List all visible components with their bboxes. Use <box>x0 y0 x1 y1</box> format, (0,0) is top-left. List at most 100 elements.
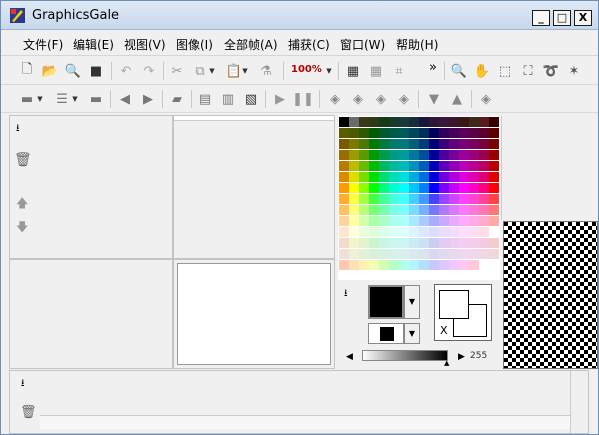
palette-swatch[interactable] <box>429 227 439 237</box>
palette-swatch[interactable] <box>389 128 399 138</box>
arrow-down-icon[interactable]: 🡇 <box>16 218 28 239</box>
palette-swatch[interactable] <box>349 205 359 215</box>
palette-swatch[interactable] <box>359 238 369 248</box>
palette-swatch[interactable] <box>339 150 349 160</box>
layer-icon[interactable]: ◈ <box>349 90 367 108</box>
palette-swatch[interactable] <box>409 150 419 160</box>
palette-swatch[interactable] <box>339 238 349 248</box>
menu-all-frames[interactable]: 全部帧(A) <box>224 36 278 53</box>
palette-swatch[interactable] <box>419 172 429 182</box>
palette-swatch[interactable] <box>369 161 379 171</box>
palette-swatch[interactable] <box>389 117 399 127</box>
palette-swatch[interactable] <box>419 139 429 149</box>
palette-swatch[interactable] <box>479 161 489 171</box>
palette-swatch[interactable] <box>449 227 459 237</box>
palette-swatch[interactable] <box>369 194 379 204</box>
palette-swatch[interactable] <box>469 249 479 259</box>
palette-swatch[interactable] <box>429 139 439 149</box>
palette-swatch[interactable] <box>379 150 389 160</box>
palette-swatch[interactable] <box>379 139 389 149</box>
palette-swatch[interactable] <box>369 238 379 248</box>
fg-color-dropdown-icon[interactable]: ▼ <box>404 285 420 319</box>
palette-swatch[interactable] <box>419 161 429 171</box>
palette-swatch[interactable] <box>349 194 359 204</box>
palette-swatch[interactable] <box>429 172 439 182</box>
layer-tool-icon[interactable]: ◈ <box>477 90 495 108</box>
pin-icon[interactable]: ⭳ <box>16 121 20 138</box>
palette-swatch[interactable] <box>439 249 449 259</box>
palette-swatch[interactable] <box>389 139 399 149</box>
palette-swatch[interactable] <box>469 238 479 248</box>
palette-swatch[interactable] <box>349 172 359 182</box>
palette-swatch[interactable] <box>419 194 429 204</box>
palette-swatch[interactable] <box>339 249 349 259</box>
palette-swatch[interactable] <box>409 161 419 171</box>
palette-swatch[interactable] <box>479 227 489 237</box>
palette-swatch[interactable] <box>409 172 419 182</box>
toolbar-overflow-icon[interactable]: » <box>429 60 437 75</box>
minimize-button[interactable]: _ <box>532 10 550 26</box>
palette-swatch[interactable] <box>439 216 449 226</box>
frames-stack-icon[interactable]: ☰ <box>53 90 71 108</box>
menu-edit[interactable]: 编辑(E) <box>73 36 114 53</box>
palette-swatch[interactable] <box>409 238 419 248</box>
palette-swatch[interactable] <box>409 260 419 270</box>
palette-swatch[interactable] <box>339 183 349 193</box>
grid-icon[interactable]: ▦ <box>344 62 362 80</box>
palette-swatch[interactable] <box>409 194 419 204</box>
menu-help[interactable]: 帮助(H) <box>396 36 438 53</box>
palette-swatch[interactable] <box>439 238 449 248</box>
palette-swatch[interactable] <box>439 117 449 127</box>
palette-swatch[interactable] <box>409 139 419 149</box>
next-frame-icon[interactable]: ▶ <box>139 90 157 108</box>
palette-swatch[interactable] <box>339 128 349 138</box>
palette-swatch[interactable] <box>479 172 489 182</box>
palette-swatch[interactable] <box>489 194 499 204</box>
palette-swatch[interactable] <box>339 260 349 270</box>
palette-swatch[interactable] <box>449 249 459 259</box>
palette-swatch[interactable] <box>449 216 459 226</box>
palette-swatch[interactable] <box>429 216 439 226</box>
palette-swatch[interactable] <box>349 117 359 127</box>
cut-icon[interactable]: ✂ <box>168 62 186 80</box>
save-icon[interactable]: ■ <box>87 62 105 80</box>
horizontal-scrollbar[interactable] <box>40 415 570 429</box>
magic-wand-icon[interactable]: ✶ <box>565 62 583 80</box>
palette-swatch[interactable] <box>459 260 469 270</box>
palette-swatch[interactable] <box>359 183 369 193</box>
palette-swatch[interactable] <box>429 183 439 193</box>
palette-swatch[interactable] <box>369 216 379 226</box>
layer-props-icon[interactable]: ◈ <box>395 90 413 108</box>
palette-swatch[interactable] <box>479 117 489 127</box>
trash-icon[interactable]: 🗑 <box>14 152 32 168</box>
delete-layer-icon[interactable]: ◈ <box>372 90 390 108</box>
palette-swatch[interactable] <box>489 205 499 215</box>
palette-swatch[interactable] <box>439 139 449 149</box>
palette-swatch[interactable] <box>449 194 459 204</box>
zoom-tool-icon[interactable]: 🔍 <box>450 62 468 80</box>
pen-size-box[interactable] <box>368 323 404 344</box>
palette-swatch[interactable] <box>439 128 449 138</box>
palette-swatch[interactable] <box>359 249 369 259</box>
palette-swatch[interactable] <box>349 260 359 270</box>
palette-swatch[interactable] <box>349 238 359 248</box>
palette-swatch[interactable] <box>439 172 449 182</box>
palette-swatch[interactable] <box>359 216 369 226</box>
layer-stack-icon[interactable]: ▰ <box>168 90 186 108</box>
palette-swatch[interactable] <box>399 216 409 226</box>
palette-swatch[interactable] <box>369 260 379 270</box>
palette-swatch[interactable] <box>349 150 359 160</box>
palette-swatch[interactable] <box>369 150 379 160</box>
palette-swatch[interactable] <box>339 172 349 182</box>
palette-swatch[interactable] <box>469 161 479 171</box>
palette-swatch[interactable] <box>419 205 429 215</box>
paste-special-icon[interactable]: ⚗ <box>257 62 275 80</box>
palette-swatch[interactable] <box>439 205 449 215</box>
palette-swatch[interactable] <box>429 194 439 204</box>
palette-swatch[interactable] <box>479 128 489 138</box>
palette-swatch[interactable] <box>459 128 469 138</box>
palette-swatch[interactable] <box>349 139 359 149</box>
grid-fine-icon[interactable]: ▦ <box>367 62 385 80</box>
palette-swatch[interactable] <box>489 117 499 127</box>
palette-swatch[interactable] <box>379 117 389 127</box>
